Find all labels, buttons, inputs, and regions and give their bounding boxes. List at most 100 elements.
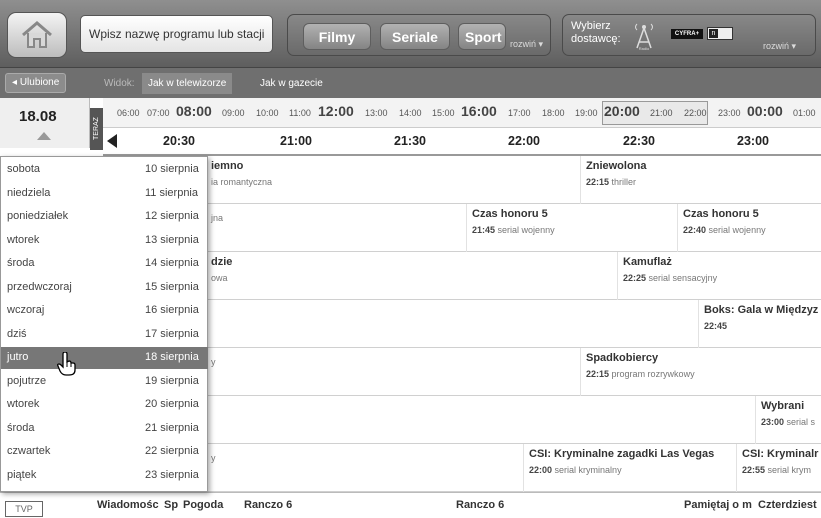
- day-option-date: 10 sierpnia: [145, 163, 199, 175]
- day-option[interactable]: wtorek 20 sierpnia: [1, 394, 208, 416]
- program-cell[interactable]: y: [205, 348, 580, 396]
- day-option-name: sobota: [7, 163, 41, 175]
- day-option-date: 20 sierpnia: [145, 398, 199, 410]
- program-cell[interactable]: y: [205, 444, 523, 492]
- day-option-name: piątek: [7, 468, 37, 481]
- visible-range-indicator[interactable]: [602, 101, 708, 125]
- day-option[interactable]: niedziela 11 sierpnia: [1, 183, 208, 205]
- day-option[interactable]: poniedziałek 12 sierpnia: [1, 206, 208, 228]
- day-option[interactable]: wczoraj 16 sierpnia: [1, 300, 208, 322]
- hour-13[interactable]: 13:00: [365, 108, 388, 118]
- hour-16[interactable]: 16:00: [461, 103, 497, 119]
- category-nav: Filmy Seriale Sport rozwiń ▾: [287, 14, 551, 56]
- favorites-button[interactable]: ◂ Ulubione: [5, 73, 67, 93]
- time-label: 20:30: [163, 134, 195, 148]
- program-cell[interactable]: [205, 300, 698, 348]
- day-option[interactable]: przedwczoraj 15 sierpnia: [1, 277, 208, 299]
- home-button[interactable]: [7, 12, 67, 58]
- day-option-name: niedziela: [7, 186, 51, 199]
- program-cell[interactable]: [205, 396, 755, 444]
- program-cell[interactable]: Wybrani 23:00 serial s: [755, 396, 821, 444]
- nav-seriale-button[interactable]: Seriale: [380, 23, 450, 50]
- day-option-name: środa: [7, 421, 35, 434]
- program-cell[interactable]: Zniewolona 22:15 thriller: [580, 156, 821, 204]
- view-newspaper-tab[interactable]: Jak w gazecie: [254, 73, 329, 94]
- day-option-date: 13 sierpnia: [145, 233, 199, 246]
- day-option[interactable]: czwartek 22 sierpnia: [1, 441, 208, 463]
- hour-18[interactable]: 18:00: [542, 108, 565, 118]
- hour-15[interactable]: 15:00: [432, 108, 455, 118]
- program-cell[interactable]: Czas honoru 5 21:45 serial wojenny: [466, 204, 677, 252]
- hour-strip[interactable]: 06:00 07:00 08:00 09:00 10:00 11:00 12:0…: [103, 98, 821, 128]
- provider-selector: Wybierz dostawcę: Radio CYFRA+ n rozwiń …: [562, 14, 816, 56]
- hour-00[interactable]: 00:00: [747, 103, 783, 119]
- scroll-left-icon[interactable]: [107, 134, 117, 148]
- day-option-date: 14 sierpnia: [145, 257, 199, 269]
- day-option-name: pojutrze: [7, 374, 47, 387]
- hour-10[interactable]: 10:00: [256, 108, 279, 118]
- hour-12[interactable]: 12:00: [318, 103, 354, 119]
- hour-07[interactable]: 07:00: [147, 108, 170, 118]
- day-option[interactable]: sobota 10 sierpnia: [1, 159, 208, 181]
- program-cell[interactable]: Kamuflaż 22:25 serial sensacyjny: [617, 252, 821, 300]
- day-option-date: 22 sierpnia: [145, 445, 199, 457]
- hour-17[interactable]: 17:00: [508, 108, 531, 118]
- day-option-date: 23 sierpnia: [145, 468, 199, 481]
- radio-tower-icon[interactable]: Radio: [631, 20, 657, 51]
- nav-sport-button[interactable]: Sport: [458, 23, 506, 50]
- day-option[interactable]: pojutrze 19 sierpnia: [1, 371, 208, 393]
- program-cell[interactable]: Spadkobiercy 22:15 program rozrywkowy: [580, 348, 821, 396]
- day-option-name: dziś: [7, 327, 27, 340]
- day-option[interactable]: środa 14 sierpnia: [1, 253, 208, 275]
- program-cell[interactable]: Sp: [164, 499, 180, 511]
- channel-logo[interactable]: TVP: [5, 501, 43, 517]
- program-cell[interactable]: iemno ia romantyczna: [205, 156, 580, 204]
- program-cell[interactable]: Wiadomośc: [97, 499, 161, 511]
- chevron-up-icon[interactable]: [37, 132, 51, 140]
- hour-23[interactable]: 23:00: [718, 108, 741, 118]
- chevron-left-icon: ◂: [12, 77, 18, 88]
- provider-expand-link[interactable]: rozwiń ▾: [763, 41, 796, 52]
- provider-logo-n[interactable]: n: [707, 27, 733, 40]
- day-option[interactable]: dziś 17 sierpnia: [1, 324, 208, 346]
- day-option[interactable]: jutro 18 sierpnia: [1, 347, 208, 369]
- provider-logo-cyfra[interactable]: CYFRA+: [671, 29, 703, 39]
- view-tv-tab[interactable]: Jak w telewizorze: [142, 73, 233, 94]
- day-option[interactable]: piątek 23 sierpnia: [1, 465, 208, 487]
- program-cell[interactable]: jna: [205, 204, 466, 252]
- program-cell[interactable]: Czas honoru 5 22:40 serial wojenny: [677, 204, 821, 252]
- day-option-name: czwartek: [7, 445, 51, 457]
- hour-11[interactable]: 11:00: [289, 108, 311, 118]
- program-cell[interactable]: Ranczo 6: [244, 499, 444, 511]
- program-cell[interactable]: Ranczo 6: [456, 499, 676, 511]
- hour-08[interactable]: 08:00: [176, 103, 212, 119]
- home-icon: [22, 21, 52, 48]
- search-input[interactable]: Wpisz nazwę programu lub stacji: [80, 15, 273, 53]
- program-cell[interactable]: Pamiętaj o m: [684, 499, 754, 511]
- day-option-date: 11 sierpnia: [145, 186, 198, 199]
- provider-label: Wybierz dostawcę:: [571, 20, 621, 45]
- now-tab[interactable]: TERAZ: [90, 108, 103, 150]
- program-cell[interactable]: dzie owa: [205, 252, 617, 300]
- time-header: 20:30 21:00 21:30 22:00 22:30 23:00: [103, 128, 821, 156]
- hour-14[interactable]: 14:00: [399, 108, 422, 118]
- hour-09[interactable]: 09:00: [222, 108, 245, 118]
- hour-19[interactable]: 19:00: [575, 108, 598, 118]
- program-cell[interactable]: Boks: Gala w Międzyz 22:45: [698, 300, 821, 348]
- channel-row-tvp: TVP Wiadomośc Sp Pogoda Ranczo 6 Ranczo …: [0, 492, 821, 518]
- day-option[interactable]: środa 21 sierpnia: [1, 418, 208, 440]
- program-cell[interactable]: CSI: Kryminalr 22:55 serial krym: [736, 444, 821, 492]
- program-cell[interactable]: CSI: Kryminalne zagadki Las Vegas 22:00 s…: [523, 444, 736, 492]
- nav-expand-link[interactable]: rozwiń ▾: [510, 39, 543, 50]
- day-option-name: wczoraj: [7, 304, 45, 316]
- program-cell[interactable]: Pogoda: [183, 499, 237, 511]
- hour-01[interactable]: 01:00: [793, 108, 816, 118]
- day-option[interactable]: wtorek 13 sierpnia: [1, 230, 208, 252]
- day-option-name: wtorek: [7, 398, 40, 410]
- date-selector[interactable]: 18.08: [0, 98, 90, 148]
- nav-filmy-button[interactable]: Filmy: [303, 23, 371, 50]
- time-label: 21:30: [394, 134, 426, 148]
- program-cell[interactable]: Czterdziest: [758, 499, 821, 511]
- day-option-name: przedwczoraj: [7, 280, 72, 293]
- hour-06[interactable]: 06:00: [117, 108, 140, 118]
